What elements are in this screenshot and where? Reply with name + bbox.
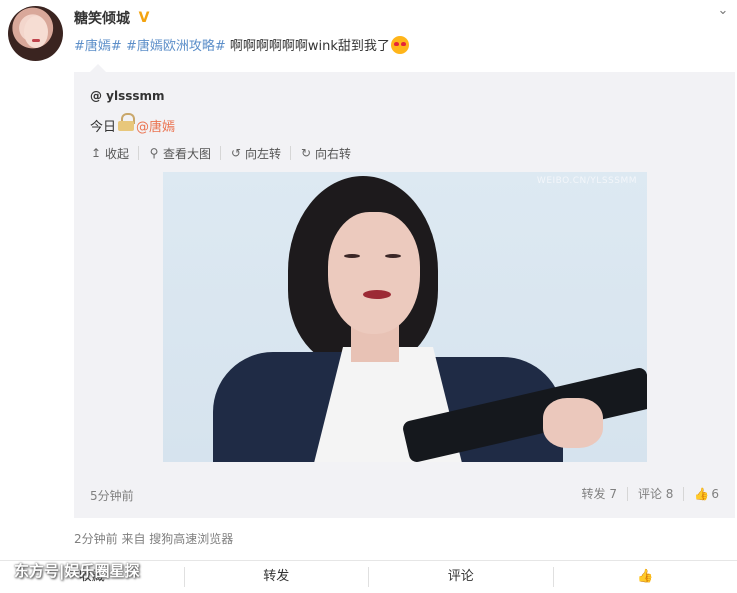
repost-user[interactable]: @ ylsssmm [90,89,165,103]
photo-eye-right [385,254,401,258]
repost-like-count: 6 [711,487,719,501]
photo-lips [363,290,391,299]
image-watermark: WEIBO.CN/YLSSSMM [536,176,637,186]
repost-actions: 转发 7 评论 8 👍 6 [572,487,719,501]
comment-label: 评论 [447,569,474,584]
rotate-left-button[interactable]: ↺ 向左转 [230,146,292,161]
image-toolbar: ↥ 收起 ⚲ 查看大图 ↺ 向左转 ↻ 向右转 [90,146,369,161]
heart-eyes-emoji-icon [390,36,409,54]
rotate-right-button[interactable]: ↻ 向右转 [300,146,360,161]
verified-badge-icon: V [138,10,150,26]
mention-link[interactable]: @唐嫣 [136,116,175,135]
avatar-face [24,16,48,48]
repost-forward-button[interactable]: 转发 7 [572,487,628,501]
post-meta: 2分钟前 来自 搜狗高速浏览器 [74,532,234,546]
author-name-row: 糖笑倾城 V [74,8,152,28]
rotate-right-icon: ↻ [301,146,312,160]
lock-icon [118,112,136,131]
repost-text-prefix: 今日 [90,120,117,135]
photo-eye-left [344,254,360,258]
comment-button[interactable]: 评论 [369,567,554,587]
forward-button[interactable]: 转发 [185,567,369,587]
collapse-button[interactable]: ↥ 收起 [90,146,140,161]
post-text: #唐嫣# #唐嫣欧洲攻略# 啊啊啊啊啊啊wink甜到我了 [74,35,409,54]
photo-hand [543,398,603,448]
topic-link-1[interactable]: #唐嫣# [74,39,122,54]
repost-text: 今日 @唐嫣 [90,112,175,135]
author-name[interactable]: 糖笑倾城 [74,8,130,28]
weibo-post: 糖笑倾城 V ⌄ #唐嫣# #唐嫣欧洲攻略# 啊啊啊啊啊啊wink甜到我了 @ … [0,0,737,593]
thumbs-up-icon: 👍 [637,569,654,584]
like-button[interactable]: 👍 [554,567,737,587]
repost-forward-label: 转发 7 [581,487,617,501]
forward-label: 转发 [263,569,290,584]
post-image[interactable]: WEIBO.CN/YLSSSMM [163,172,647,462]
repost-time[interactable]: 5分钟前 [90,487,134,504]
repost-like-button[interactable]: 👍 6 [684,487,719,501]
photo-face [328,212,420,334]
chevron-down-icon[interactable]: ⌄ [715,4,731,18]
collapse-icon: ↥ [90,146,102,160]
topic-link-2[interactable]: #唐嫣欧洲攻略# [126,39,226,54]
view-large-button[interactable]: ⚲ 查看大图 [148,146,222,161]
rotate-left-icon: ↺ [231,146,242,160]
author-avatar[interactable] [8,6,63,61]
collapse-label: 收起 [105,146,130,161]
repost-comment-label: 评论 8 [637,487,674,501]
repost-comment-button[interactable]: 评论 8 [628,487,685,501]
thumbs-up-icon: 👍 [694,487,710,501]
search-icon: ⚲ [149,146,159,160]
rotate-right-label: 向右转 [315,146,352,161]
view-large-label: 查看大图 [163,146,212,161]
repost-box: @ ylsssmm 今日 @唐嫣 ↥ 收起 ⚲ 查看大图 ↺ 向左转 ↻ 向右转 [74,64,735,518]
rotate-left-label: 向左转 [245,146,282,161]
avatar-lip [32,39,40,42]
post-body: 啊啊啊啊啊啊wink甜到我了 [229,39,390,54]
source-watermark: 东方号|娱乐圈星探 [14,562,140,580]
